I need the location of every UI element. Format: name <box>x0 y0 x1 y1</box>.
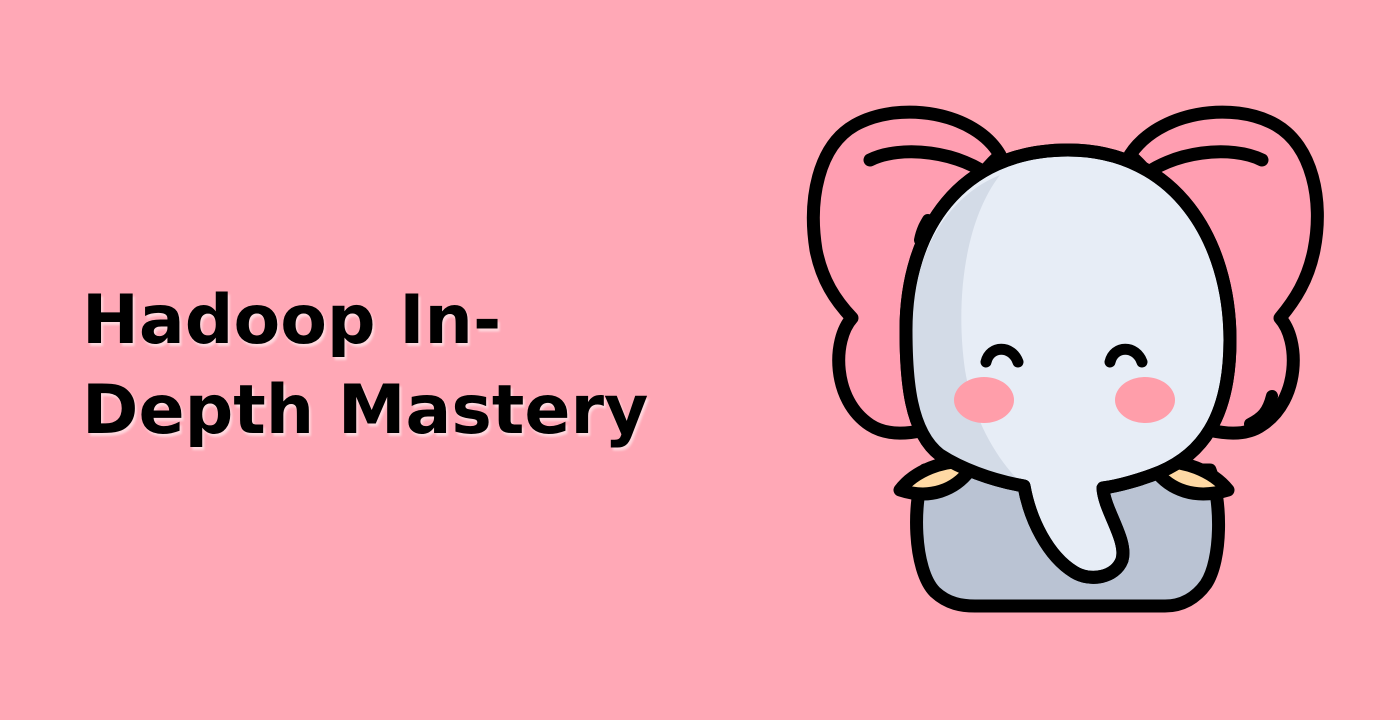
elephant-right-cheek <box>1115 377 1175 423</box>
elephant-left-cheek <box>954 377 1014 423</box>
title-line-1: Hadoop In- <box>82 281 502 360</box>
title-line-2: Depth Mastery <box>82 371 649 450</box>
page-title: Hadoop In- Depth Mastery <box>82 276 702 456</box>
elephant-icon <box>806 105 1324 613</box>
